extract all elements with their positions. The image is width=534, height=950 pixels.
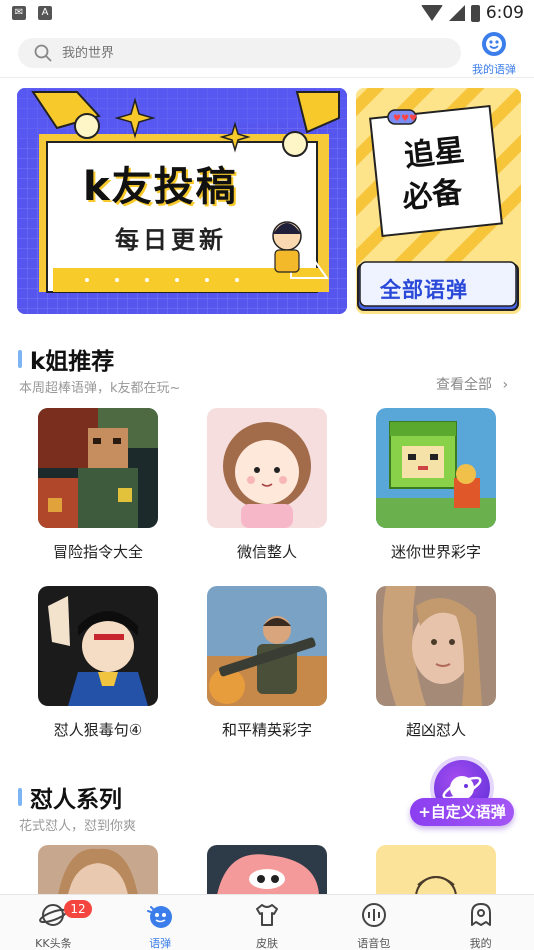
banner-fan-essentials[interactable]: ♥♥♥ 追星 必备 全部语弹: [356, 88, 521, 314]
tab-label: 语音包: [357, 937, 391, 950]
list-item[interactable]: 迷你世界彩字: [371, 408, 501, 562]
planet-icon: [39, 904, 68, 926]
section-bar: [18, 350, 22, 368]
item-thumbnail: [207, 845, 327, 895]
side-banner-line2: 必备: [400, 174, 465, 217]
svg-text:♥♥♥: ♥♥♥: [393, 114, 417, 124]
custom-voice-label: +自定义语弹: [410, 798, 514, 826]
tshirt-icon: [255, 904, 278, 926]
all-voices-button[interactable]: 全部语弹: [380, 274, 468, 304]
my-voice-icon: [482, 32, 506, 56]
custom-voice-fab[interactable]: +自定义语弹: [410, 760, 514, 830]
section-recommend-title-text: k姐推荐: [30, 349, 115, 375]
list-item[interactable]: 和平精英彩字: [202, 586, 332, 740]
list-item[interactable]: 冒险指令大全: [33, 408, 163, 562]
search-bar[interactable]: [18, 38, 461, 68]
battery-icon: [470, 4, 480, 22]
list-item[interactable]: 微信整人: [202, 408, 332, 562]
item-thumbnail: [38, 586, 158, 706]
list-item[interactable]: 怼人狠毒句④: [33, 586, 163, 740]
item-label: 迷你世界彩字: [390, 543, 481, 561]
voice-icon: [361, 903, 386, 927]
item-label: 超凶怼人: [405, 721, 466, 739]
section-recommend-title: k姐推荐: [18, 342, 114, 376]
tab-label: 皮肤: [255, 937, 278, 950]
see-all-link[interactable]: 查看全部 ›: [436, 374, 508, 394]
item-thumbnail: [376, 845, 496, 895]
list-item[interactable]: [371, 845, 501, 895]
item-thumbnail: [207, 408, 327, 528]
tab-voice-pack[interactable]: 语音包: [320, 895, 427, 950]
bottom-nav: 12 KK头条 语弹 皮肤 语音包 我的: [0, 894, 534, 950]
item-label: 微信整人: [236, 543, 297, 561]
bomb-icon: [147, 906, 173, 928]
list-item[interactable]: 超凶怼人: [371, 586, 501, 740]
item-thumbnail: [38, 408, 158, 528]
wifi-icon: [420, 5, 443, 21]
list-item[interactable]: [33, 845, 163, 895]
section-roast-title-text: 怼人系列: [30, 787, 122, 813]
top-header: 我的语弹: [0, 28, 534, 78]
chevron-right-icon: ›: [502, 377, 509, 393]
item-label: 和平精英彩字: [221, 721, 312, 739]
tab-kk-headlines[interactable]: 12 KK头条: [0, 895, 107, 950]
banner-subtitle: 每日更新: [107, 218, 235, 257]
tab-skins[interactable]: 皮肤: [214, 895, 321, 950]
my-voice-button[interactable]: 我的语弹: [470, 31, 518, 77]
item-thumbnail: [207, 586, 327, 706]
search-icon: [34, 44, 52, 62]
item-label: 怼人狠毒句④: [53, 721, 143, 739]
section-bar: [18, 788, 22, 806]
see-all-label: 查看全部: [436, 377, 492, 393]
signal-icon: [448, 5, 465, 21]
tab-label: KK头条: [35, 937, 72, 950]
notification-badge: 12: [64, 900, 92, 918]
a-icon: A: [38, 6, 52, 20]
tab-label: 我的: [469, 937, 492, 950]
item-thumbnail: [376, 586, 496, 706]
mail-icon: ✉: [12, 6, 26, 20]
item-label: 冒险指令大全: [52, 543, 143, 561]
my-voice-label: 我的语弹: [472, 63, 516, 76]
tab-label: 语弹: [149, 937, 172, 950]
banner-contribute[interactable]: k友投稿 每日更新: [17, 88, 347, 314]
tab-me[interactable]: 我的: [427, 895, 534, 950]
status-bar: ✉ A 6:09: [0, 0, 534, 28]
section-roast-subtitle: 花式怼人，怼到你爽: [19, 819, 137, 834]
item-thumbnail: [38, 845, 158, 895]
section-roast-title: 怼人系列: [18, 780, 122, 814]
list-item[interactable]: [202, 845, 332, 895]
status-time: 6:09: [485, 3, 524, 23]
item-thumbnail: [376, 408, 496, 528]
section-recommend-subtitle: 本周超棒语弹，k友都在玩~: [19, 381, 181, 396]
ghost-icon: [470, 903, 491, 926]
banner-title: k友投稿: [83, 164, 238, 210]
search-input[interactable]: [62, 42, 442, 64]
tab-voice[interactable]: 语弹: [107, 895, 214, 950]
